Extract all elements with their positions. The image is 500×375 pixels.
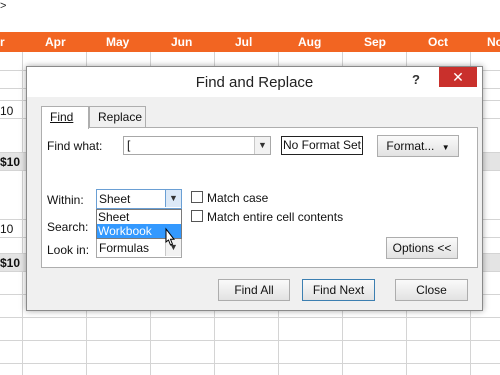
mouse-pointer-icon — [165, 227, 176, 246]
month-header[interactable]: Apr — [45, 35, 66, 49]
tab-replace[interactable]: Replace — [89, 106, 146, 128]
find-what-input[interactable]: [ ▼ — [123, 136, 271, 155]
month-header[interactable]: No — [487, 35, 500, 49]
cell-value[interactable]: 10 — [0, 104, 13, 118]
chevron-down-icon[interactable]: ▼ — [254, 137, 270, 154]
match-case-checkbox[interactable] — [191, 191, 203, 203]
within-option-sheet[interactable]: Sheet — [97, 210, 181, 224]
close-icon[interactable]: ✕ — [439, 67, 477, 87]
format-preview: No Format Set — [281, 136, 363, 155]
chevron-down-icon: ▼ — [441, 143, 450, 152]
search-label: Search: — [47, 220, 89, 234]
within-value: Sheet — [99, 192, 131, 206]
find-what-label: Find what: — [47, 139, 103, 153]
find-all-button[interactable]: Find All — [218, 279, 290, 301]
month-header[interactable]: Sep — [364, 35, 386, 49]
tab-find-label: Find — [50, 110, 74, 124]
help-button[interactable]: ? — [412, 72, 420, 87]
dialog-titlebar[interactable]: Find and Replace ? ✕ — [27, 67, 482, 97]
within-select[interactable]: Sheet ▼ — [96, 189, 182, 209]
format-button[interactable]: Format... ▼ — [377, 135, 459, 157]
find-next-button[interactable]: Find Next — [302, 279, 375, 301]
chevron-down-icon[interactable]: ▼ — [165, 190, 181, 207]
close-button[interactable]: Close — [395, 279, 468, 301]
tab-replace-label: Replace — [98, 110, 143, 124]
month-header[interactable]: Oct — [428, 35, 448, 49]
month-header[interactable]: May — [106, 35, 129, 49]
cell-value[interactable]: 10 — [0, 222, 13, 236]
month-header[interactable]: Jul — [235, 35, 252, 49]
tab-find[interactable]: Find — [41, 106, 89, 129]
match-entire-checkbox[interactable] — [191, 210, 203, 222]
format-button-label: Format... — [386, 139, 435, 153]
cell-value[interactable]: $10 — [0, 256, 20, 270]
match-case-label: Match case — [207, 191, 269, 205]
options-button[interactable]: Options << — [386, 237, 458, 259]
month-header[interactable]: Jun — [171, 35, 192, 49]
look-in-label: Look in: — [47, 243, 90, 257]
month-header[interactable]: Aug — [298, 35, 321, 49]
look-in-value: Formulas — [99, 241, 150, 255]
within-label: Within: — [47, 193, 84, 207]
match-entire-label: Match entire cell contents — [207, 210, 344, 224]
cell-value[interactable]: $10 — [0, 155, 20, 169]
find-replace-dialog: Find and Replace ? ✕ Find Replace Find w… — [26, 66, 483, 311]
find-what-value: [ — [127, 138, 131, 152]
month-header-partial: r — [0, 35, 5, 49]
top-glyph: > — [0, 0, 7, 12]
